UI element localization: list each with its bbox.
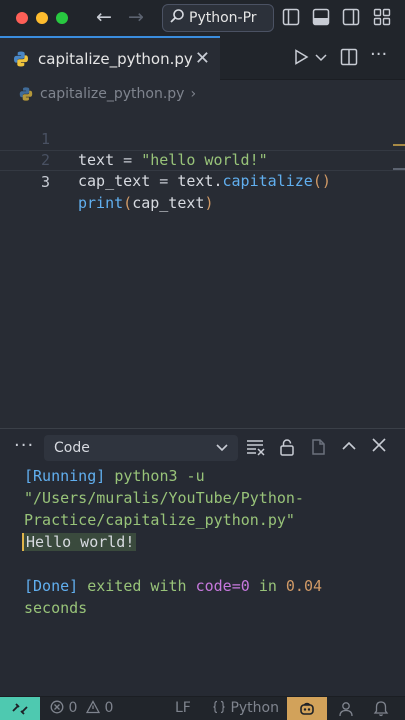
overview-ruler-mark bbox=[393, 168, 405, 170]
language-mode-indicator[interactable]: Python bbox=[212, 700, 279, 716]
panel-header: ··· Code bbox=[0, 429, 405, 465]
customize-layout-icon[interactable] bbox=[373, 8, 391, 26]
code-text: print(cap_text) bbox=[78, 194, 214, 212]
code-line: 2 cap_text = text.capitalize() bbox=[0, 129, 405, 190]
panel-more-icon[interactable]: ··· bbox=[14, 435, 34, 456]
running-tag: [Running] bbox=[24, 467, 106, 485]
minimize-window-button[interactable] bbox=[36, 12, 48, 24]
open-output-in-editor-icon[interactable] bbox=[310, 438, 328, 456]
duration-value: 0.04 bbox=[285, 577, 323, 595]
text-cursor bbox=[22, 533, 24, 551]
lock-icon[interactable] bbox=[278, 438, 296, 456]
python-file-icon bbox=[19, 87, 33, 101]
output-panel: ··· Code [Running] python3 -u "/Users/mu… bbox=[0, 428, 405, 696]
run-icon[interactable] bbox=[292, 48, 310, 66]
output-text: [Running] python3 -u "/Users/muralis/You… bbox=[24, 465, 394, 619]
breadcrumb: capitalize_python.py › bbox=[0, 80, 405, 108]
maximize-panel-icon[interactable] bbox=[341, 438, 357, 454]
close-tab-icon[interactable]: ✕ bbox=[195, 48, 210, 69]
output-channel-select[interactable]: Code bbox=[44, 435, 238, 461]
copilot-icon bbox=[300, 702, 314, 715]
exited-with-label: exited with bbox=[87, 577, 187, 595]
remote-icon bbox=[12, 703, 28, 715]
split-editor-icon[interactable] bbox=[340, 48, 358, 66]
search-icon bbox=[169, 8, 185, 28]
output-channel-label: Code bbox=[54, 440, 90, 456]
command-center-label: Python-Pr bbox=[189, 10, 257, 26]
chevron-down-icon[interactable] bbox=[314, 48, 328, 66]
line-ending-indicator[interactable]: LF bbox=[175, 700, 191, 716]
breadcrumb-chevron: › bbox=[190, 86, 197, 102]
warnings-count: 0 bbox=[104, 700, 114, 716]
status-bar: 0 0 LF Python bbox=[0, 696, 405, 720]
braces-icon bbox=[213, 700, 225, 714]
remote-indicator[interactable] bbox=[0, 697, 40, 720]
back-arrow-icon[interactable]: ← bbox=[96, 6, 112, 28]
in-label: in bbox=[258, 577, 277, 595]
done-tag: [Done] bbox=[24, 577, 79, 595]
more-actions-icon[interactable]: ··· bbox=[370, 44, 387, 65]
warning-icon bbox=[85, 700, 101, 714]
tab-label: capitalize_python.py bbox=[38, 50, 193, 68]
breadcrumb-file[interactable]: capitalize_python.py bbox=[40, 86, 184, 102]
chevron-down-icon bbox=[216, 444, 228, 452]
code-line-current: 3 print(cap_text) bbox=[0, 150, 405, 212]
command-center[interactable]: Python-Pr bbox=[162, 4, 274, 32]
program-output: Hello world! bbox=[24, 533, 137, 551]
maximize-window-button[interactable] bbox=[56, 12, 68, 24]
seconds-label: seconds bbox=[24, 599, 88, 617]
code-line: 1 text = "hello world!" bbox=[0, 108, 405, 169]
errors-indicator[interactable]: 0 bbox=[50, 700, 77, 716]
exit-code: code=0 bbox=[195, 577, 250, 595]
language-label: Python bbox=[230, 700, 279, 716]
code-editor[interactable]: 1 text = "hello world!" 2 cap_text = tex… bbox=[0, 108, 405, 428]
toggle-secondary-sidebar-icon[interactable] bbox=[342, 8, 360, 26]
toggle-panel-icon[interactable] bbox=[312, 8, 330, 26]
clear-output-icon[interactable] bbox=[246, 438, 266, 456]
python-file-icon bbox=[14, 51, 28, 67]
warnings-indicator[interactable]: 0 bbox=[85, 700, 114, 716]
tab-bar: capitalize_python.py ✕ ··· bbox=[0, 36, 405, 80]
error-icon bbox=[50, 700, 64, 714]
close-window-button[interactable] bbox=[16, 12, 28, 24]
overview-ruler-mark bbox=[393, 144, 405, 146]
title-bar: ← → Python-Pr bbox=[0, 0, 405, 36]
forward-arrow-icon[interactable]: → bbox=[128, 6, 144, 28]
copilot-status[interactable] bbox=[287, 697, 327, 720]
toggle-sidebar-icon[interactable] bbox=[282, 8, 300, 26]
accounts-icon[interactable] bbox=[337, 700, 355, 718]
errors-count: 0 bbox=[68, 700, 78, 716]
tab-capitalize-python[interactable]: capitalize_python.py ✕ bbox=[0, 36, 220, 80]
line-number: 3 bbox=[40, 173, 50, 191]
close-panel-icon[interactable] bbox=[372, 438, 386, 452]
code-text: cap_text = text.capitalize() bbox=[78, 172, 331, 190]
notifications-bell-icon[interactable] bbox=[372, 700, 390, 718]
